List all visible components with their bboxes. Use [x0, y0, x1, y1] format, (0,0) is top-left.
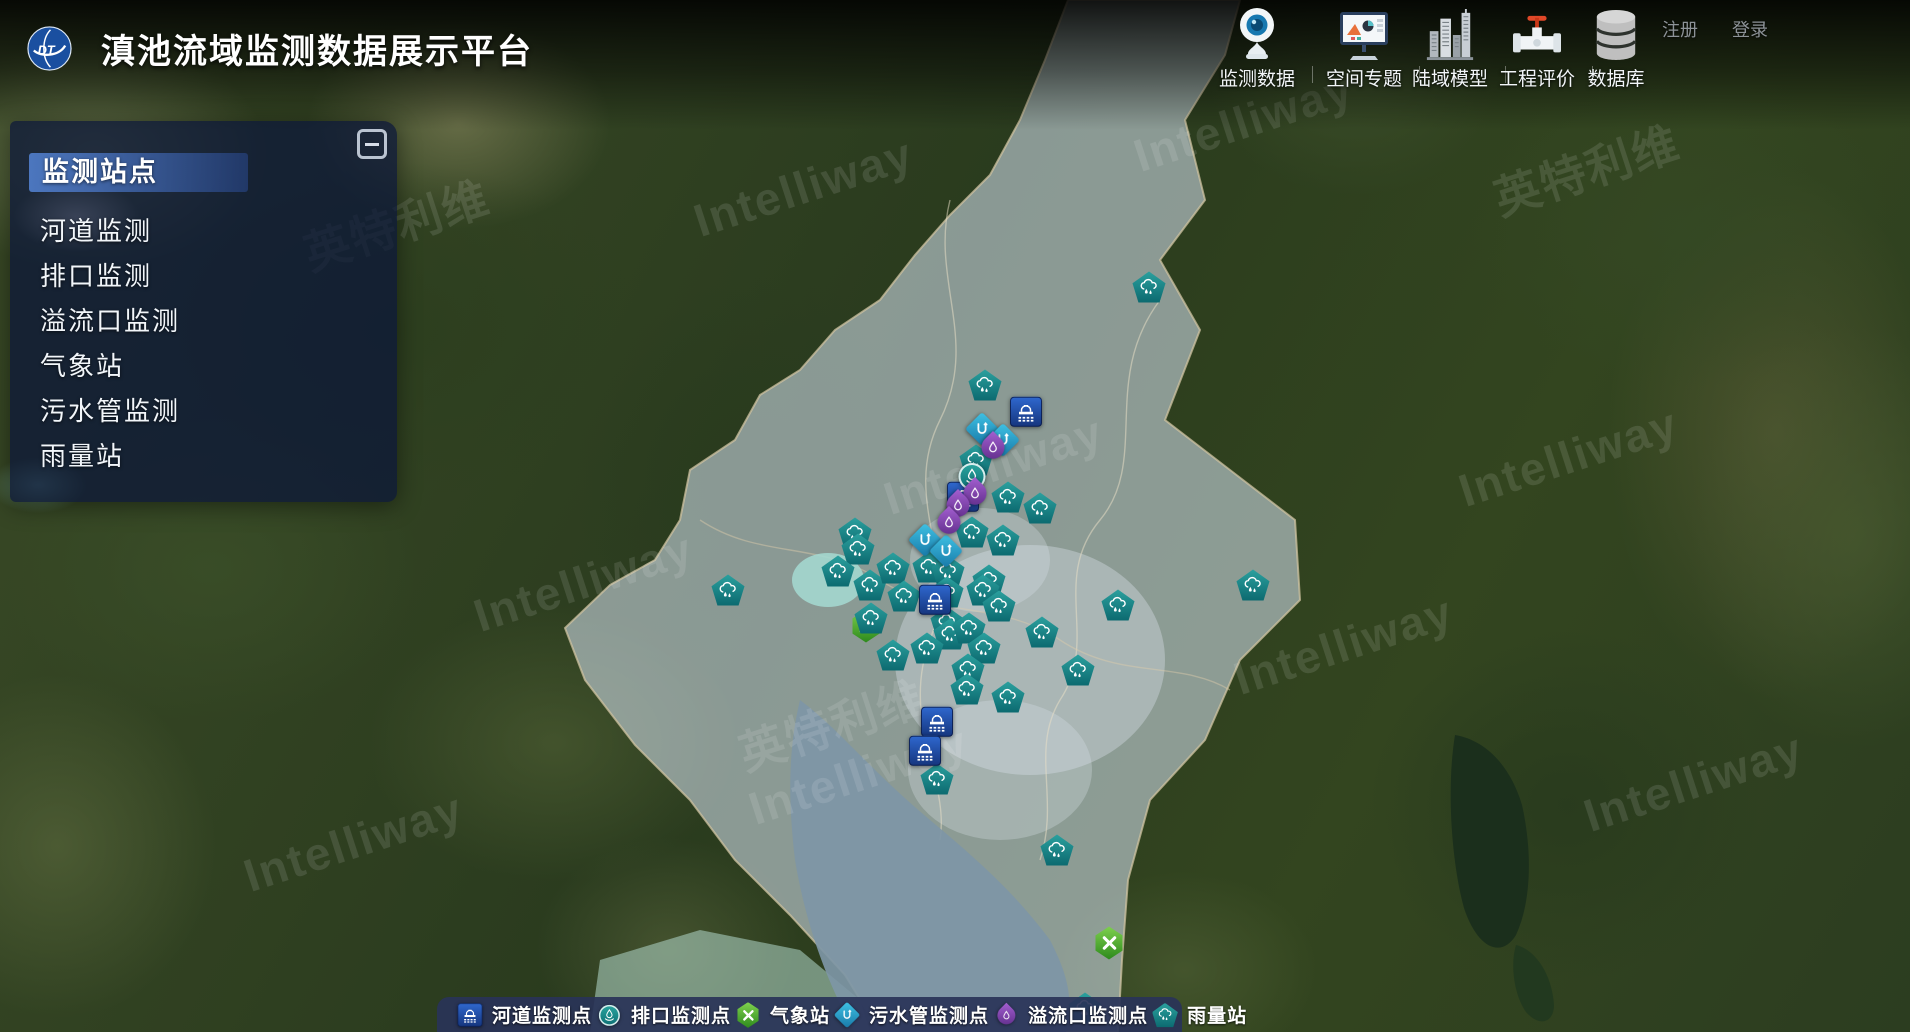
- legend-item-sewer[interactable]: 污水管监测点: [830, 999, 989, 1031]
- app-logo-icon: DT: [26, 25, 73, 72]
- database-icon: [1592, 4, 1640, 62]
- map-marker-rain[interactable]: [1041, 835, 1074, 866]
- minus-box-icon: [365, 143, 379, 146]
- map-marker-river[interactable]: [1010, 397, 1042, 428]
- map-root[interactable]: 英特利维IntelliwayIntelliwayIntelliway英特利维In…: [0, 0, 1910, 1032]
- monitoring-stations-panel: 监测站点 河道监测 排口监测 溢流口监测 气象站 污水管监测 雨量站: [10, 121, 397, 502]
- legend-label: 河道监测点: [492, 1001, 592, 1028]
- map-legend: 河道监测点 排口监测点 气象站 污水管监测点 溢流口监测点 雨量站: [437, 997, 1182, 1032]
- map-marker-rain[interactable]: [992, 682, 1025, 713]
- outfall-drop-icon: [598, 1004, 619, 1025]
- monitor-chart-icon: [1337, 4, 1391, 62]
- map-marker-rain[interactable]: [951, 674, 984, 705]
- legend-item-weather[interactable]: 气象站: [731, 999, 830, 1031]
- map-marker-rain[interactable]: [855, 603, 888, 634]
- map-marker-rain[interactable]: [712, 575, 745, 606]
- panel-title: 监测站点: [29, 153, 248, 192]
- map-marker-rain[interactable]: [1062, 655, 1095, 686]
- map-marker-overflow[interactable]: [938, 511, 961, 536]
- overflow-drop-icon: [993, 1002, 1018, 1027]
- map-marker-rain[interactable]: [1237, 570, 1270, 601]
- brand: DT 滇池流域监测数据展示平台: [26, 24, 533, 73]
- river-bridge-icon: [458, 1003, 483, 1026]
- map-marker-overflow[interactable]: [982, 436, 1005, 461]
- legend-label: 气象站: [770, 1001, 830, 1028]
- menu-item-rain-station[interactable]: 雨量站: [40, 434, 377, 479]
- svg-text:DT: DT: [38, 42, 56, 57]
- city-buildings-icon: [1424, 4, 1476, 62]
- pipe-valve-icon: [1511, 4, 1563, 62]
- nav-label: 数据库: [1564, 64, 1668, 91]
- panel-menu: 河道监测 排口监测 溢流口监测 气象站 污水管监测 雨量站: [40, 209, 377, 479]
- legend-label: 溢流口监测点: [1028, 1001, 1148, 1028]
- map-marker-rain[interactable]: [1133, 272, 1166, 303]
- legend-item-river[interactable]: 河道监测点: [453, 999, 592, 1031]
- map-marker-river[interactable]: [921, 707, 953, 738]
- legend-label: 排口监测点: [631, 1001, 731, 1028]
- webcam-icon: [1232, 4, 1282, 62]
- map-marker-river[interactable]: [919, 585, 951, 616]
- map-marker-rain[interactable]: [992, 482, 1025, 513]
- login-link[interactable]: 登录: [1732, 16, 1768, 42]
- map-marker-rain[interactable]: [921, 764, 954, 795]
- panel-collapse-button[interactable]: [357, 129, 387, 159]
- map-marker-rain[interactable]: [888, 581, 921, 612]
- map-marker-rain[interactable]: [969, 370, 1002, 401]
- auth-links: 注册 登录: [1662, 16, 1768, 42]
- sewer-u-pipe-icon: [834, 1001, 860, 1027]
- map-marker-rain[interactable]: [987, 525, 1020, 556]
- nav-label: 监测数据: [1205, 64, 1309, 91]
- legend-label: 污水管监测点: [869, 1001, 989, 1028]
- menu-item-river-monitoring[interactable]: 河道监测: [40, 209, 377, 254]
- map-marker-rain[interactable]: [911, 633, 944, 664]
- legend-item-rain[interactable]: 雨量站: [1148, 999, 1247, 1031]
- weather-windmill-icon: [736, 1002, 759, 1028]
- legend-item-outfall[interactable]: 排口监测点: [592, 999, 731, 1031]
- map-marker-river[interactable]: [909, 736, 941, 767]
- app-header: DT 滇池流域监测数据展示平台 监测数据: [0, 0, 1910, 92]
- legend-label: 雨量站: [1187, 1001, 1247, 1028]
- rain-cloud-icon: [1152, 1002, 1178, 1026]
- map-marker-rain[interactable]: [1102, 590, 1135, 621]
- nav-item-monitor-data[interactable]: 监测数据: [1205, 4, 1309, 91]
- map-marker-rain[interactable]: [877, 640, 910, 671]
- menu-item-weather-station[interactable]: 气象站: [40, 344, 377, 389]
- register-link[interactable]: 注册: [1662, 16, 1698, 42]
- menu-item-overflow-monitoring[interactable]: 溢流口监测: [40, 299, 377, 344]
- map-marker-rain[interactable]: [822, 556, 855, 587]
- menu-item-outfall-monitoring[interactable]: 排口监测: [40, 254, 377, 299]
- map-marker-sewer[interactable]: [934, 539, 958, 565]
- map-marker-weather[interactable]: [1094, 927, 1124, 960]
- nav-item-database[interactable]: 数据库: [1564, 4, 1668, 91]
- legend-item-overflow[interactable]: 溢流口监测点: [989, 999, 1148, 1031]
- map-marker-rain[interactable]: [1026, 617, 1059, 648]
- menu-item-sewer-monitoring[interactable]: 污水管监测: [40, 389, 377, 434]
- map-marker-rain[interactable]: [877, 553, 910, 584]
- map-marker-rain[interactable]: [983, 591, 1016, 622]
- page-title: 滇池流域监测数据展示平台: [101, 24, 533, 73]
- map-marker-rain[interactable]: [1024, 493, 1057, 524]
